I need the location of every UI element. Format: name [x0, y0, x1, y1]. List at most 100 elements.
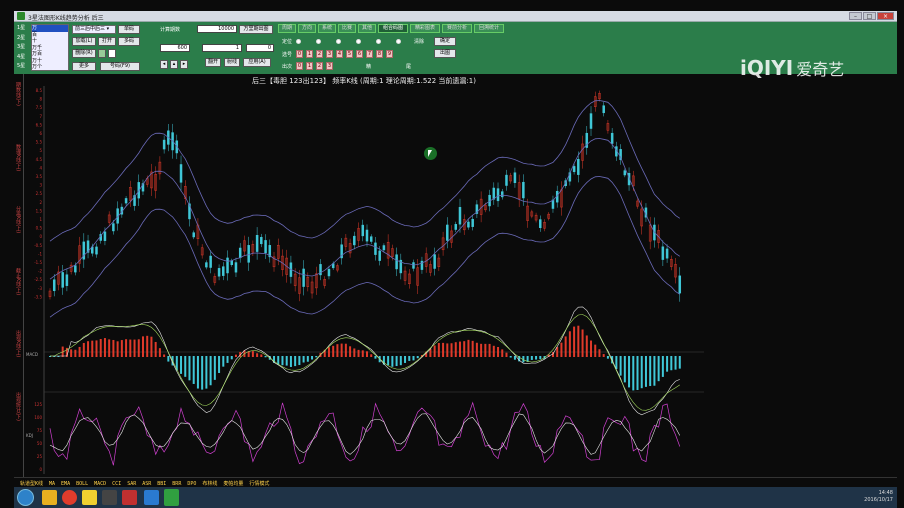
- y-tick-label: -1: [38, 251, 42, 256]
- select-number-button[interactable]: 8: [376, 50, 383, 58]
- select-number-button[interactable]: 4: [336, 50, 343, 58]
- select-number-button[interactable]: 9: [386, 50, 393, 58]
- code-button[interactable]: 号码(F9): [100, 62, 140, 71]
- macd-bar: [315, 356, 318, 358]
- app-icon-yellow[interactable]: [82, 490, 97, 505]
- single-code-button[interactable]: 单码: [118, 25, 140, 34]
- flip-button[interactable]: 翻开: [205, 58, 221, 67]
- list-item[interactable]: 万个: [32, 64, 68, 71]
- select-number-button[interactable]: 5: [346, 50, 353, 58]
- app-icon-red[interactable]: [122, 490, 137, 505]
- indicator-label[interactable]: 数理K线(上): [15, 144, 22, 171]
- kline-candle: [222, 266, 225, 276]
- window-title: 3星法图形K线趋势分析 后三: [28, 15, 104, 22]
- position-list[interactable]: 万百十万千 万百 万十 万个: [31, 24, 69, 71]
- mode-dropdown[interactable]: 前三后中后三 ▾: [72, 25, 116, 34]
- multi-code-button[interactable]: 多码: [118, 37, 140, 46]
- chrome-icon[interactable]: [62, 490, 77, 505]
- select-number-button[interactable]: 1: [306, 50, 313, 58]
- position-radio[interactable]: [356, 39, 361, 44]
- ray-button[interactable]: 射线: [224, 58, 240, 67]
- star-row[interactable]: 2星: [17, 34, 29, 44]
- more-button[interactable]: 更多: [72, 62, 96, 71]
- close-button[interactable]: ×: [877, 12, 894, 20]
- count-input[interactable]: 10000: [197, 25, 237, 33]
- kline-app-taskbar-icon[interactable]: [164, 489, 179, 506]
- macd-bar: [357, 349, 360, 357]
- chk-b[interactable]: [108, 49, 116, 58]
- position-radio[interactable]: [336, 39, 341, 44]
- maximize-button[interactable]: □: [863, 12, 876, 20]
- macd-bar: [125, 339, 128, 357]
- select-number-button[interactable]: 2: [316, 50, 323, 58]
- load-button[interactable]: 加载(L): [72, 37, 96, 46]
- kline-candle: [665, 248, 669, 259]
- position-radio[interactable]: [376, 39, 381, 44]
- macd-bar: [450, 343, 453, 357]
- nav-up-icon[interactable]: ▴: [170, 60, 178, 69]
- app-icon-dark[interactable]: [102, 490, 117, 505]
- count-number-button[interactable]: 2: [316, 62, 323, 70]
- period-input[interactable]: 600: [160, 44, 190, 52]
- star-row[interactable]: 4星: [17, 53, 29, 63]
- indicator-label[interactable]: 出现K线(上): [15, 330, 22, 357]
- count-number-button[interactable]: 1: [306, 62, 313, 70]
- macd-bar: [230, 356, 233, 360]
- apply-button[interactable]: 应用(A): [243, 58, 271, 67]
- macd-bar: [636, 356, 639, 390]
- indicator-label[interactable]: 分离K线(上): [15, 206, 22, 233]
- system-clock[interactable]: 14:48 2016/10/17: [864, 490, 893, 504]
- tab[interactable]: 方向: [298, 24, 316, 33]
- select-number-button[interactable]: 0: [296, 50, 303, 58]
- minimize-button[interactable]: –: [849, 12, 862, 20]
- tab[interactable]: 回溯统计: [474, 24, 504, 33]
- position-radio[interactable]: [316, 39, 321, 44]
- output-button[interactable]: 出图: [434, 49, 456, 58]
- macd-bar: [446, 343, 449, 357]
- kline-candle: [179, 164, 183, 183]
- file-explorer-icon[interactable]: [42, 490, 57, 505]
- delete-button[interactable]: 删除(R): [72, 49, 96, 58]
- open-button[interactable]: 打开: [98, 37, 116, 46]
- select-number-button[interactable]: 3: [326, 50, 333, 58]
- kdj-tick-label: 100: [34, 415, 42, 420]
- macd-bar: [336, 344, 339, 357]
- select-number-button[interactable]: 7: [366, 50, 373, 58]
- tab[interactable]: 组合码图: [378, 24, 408, 33]
- tab[interactable]: 精彩图表: [410, 24, 440, 33]
- chk-a[interactable]: [98, 49, 106, 58]
- star-row[interactable]: 3星: [17, 43, 29, 53]
- confirm-button[interactable]: 确定: [434, 37, 456, 46]
- step-input[interactable]: 1: [202, 44, 242, 52]
- star-row[interactable]: 1星: [17, 24, 29, 34]
- indicator-label[interactable]: 出现统计(下): [15, 392, 22, 421]
- kline-chart[interactable]: 8.5 8 7.5 7 6.5 6 5.5 5 4.5 4 3.5 3 2.5 2 1.5 1 0.5 0 -0.5…: [24, 74, 704, 477]
- wanliang-button[interactable]: 万里期出图: [239, 25, 273, 34]
- macd-bar: [82, 342, 85, 357]
- app-icon-blue[interactable]: [144, 490, 159, 505]
- macd-bar: [332, 345, 335, 357]
- tab[interactable]: 系统: [318, 24, 336, 33]
- nav-left-icon[interactable]: ◂: [160, 60, 168, 69]
- indicator-label[interactable]: 期数线(下): [15, 82, 22, 106]
- position-radio[interactable]: [296, 39, 301, 44]
- select-number-button[interactable]: 6: [356, 50, 363, 58]
- start-button[interactable]: [17, 489, 34, 506]
- tab[interactable]: 比赛: [338, 24, 356, 33]
- position-radio[interactable]: [396, 39, 401, 44]
- macd-bar: [471, 340, 474, 357]
- indicator-label[interactable]: 截止K线(上): [15, 268, 22, 295]
- nav-right-icon[interactable]: ▸: [180, 60, 188, 69]
- chart-title: 后三【毒胆 123出123】 频率K线 (周期:1 理论周期:1.522 当前遗…: [252, 77, 476, 85]
- macd-bar: [598, 349, 601, 357]
- tab[interactable]: 周期: [278, 24, 296, 33]
- count-number-button[interactable]: 0: [296, 62, 303, 70]
- tab[interactable]: 其他: [358, 24, 376, 33]
- star-row[interactable]: 5星: [17, 62, 29, 72]
- macd-bar: [311, 356, 314, 360]
- count-number-button[interactable]: 3: [326, 62, 333, 70]
- kline-candle: [209, 255, 212, 268]
- kdj-tick-label: 125: [34, 402, 42, 407]
- tab[interactable]: 赛前分析: [442, 24, 472, 33]
- offset-input[interactable]: 0: [246, 44, 274, 52]
